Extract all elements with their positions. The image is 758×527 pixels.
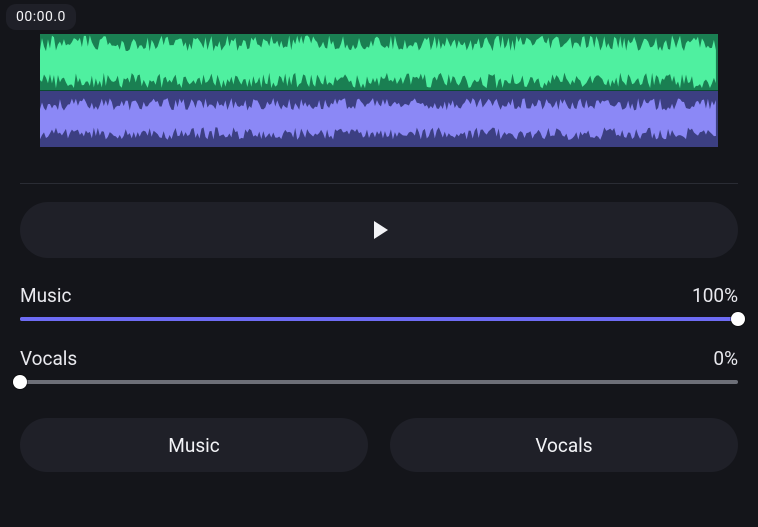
music-slider-value: 100% — [692, 284, 738, 307]
vocals-slider[interactable] — [20, 380, 738, 384]
tab-music-label: Music — [168, 434, 219, 457]
divider — [20, 183, 738, 184]
waveform-track-music[interactable] — [40, 34, 718, 91]
play-icon — [374, 221, 388, 239]
tab-music[interactable]: Music — [20, 418, 368, 472]
music-slider-thumb[interactable] — [731, 312, 745, 326]
waveform-music-svg — [40, 34, 718, 90]
waveform-vocals-svg — [40, 91, 718, 147]
music-slider[interactable] — [20, 317, 738, 321]
vocals-slider-value: 0% — [713, 347, 738, 370]
tab-vocals[interactable]: Vocals — [390, 418, 738, 472]
vocals-slider-label: Vocals — [20, 347, 77, 370]
music-slider-fill — [20, 317, 738, 321]
music-slider-block: Music 100% — [20, 284, 738, 321]
play-button[interactable] — [20, 202, 738, 258]
download-tabs: Music Vocals — [20, 418, 738, 472]
vocals-slider-block: Vocals 0% — [20, 347, 738, 384]
audio-separator-panel: 00:00.0 Music 100% Vocals 0% — [0, 0, 758, 527]
music-slider-label: Music — [20, 284, 71, 307]
waveform-area[interactable] — [40, 34, 718, 147]
playhead-time: 00:00.0 — [6, 4, 76, 30]
waveform-track-vocals[interactable] — [40, 91, 718, 147]
tab-vocals-label: Vocals — [535, 434, 592, 457]
vocals-slider-thumb[interactable] — [13, 375, 27, 389]
